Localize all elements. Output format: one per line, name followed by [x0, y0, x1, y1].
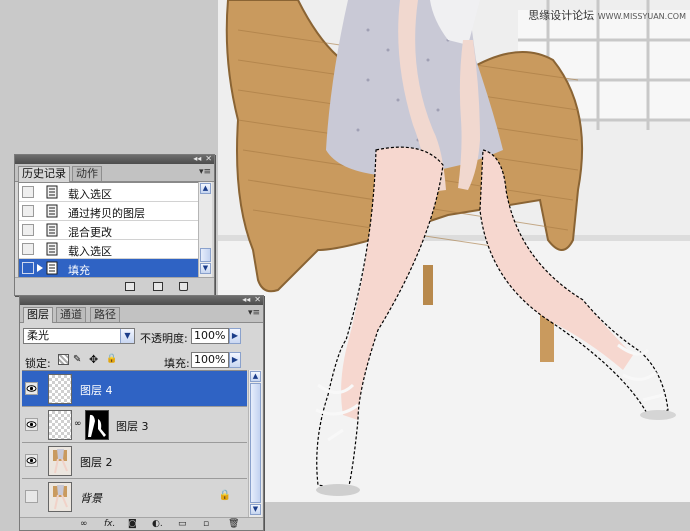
history-item[interactable]: 混合更改 [19, 221, 199, 240]
layers-scrollbar[interactable]: ▲ ▼ [248, 370, 262, 517]
layer-row[interactable]: 图层 4 [22, 371, 247, 407]
visibility-toggle[interactable] [25, 490, 38, 503]
history-scrollbar[interactable]: ▲ ▼ [198, 182, 212, 277]
new-document-icon[interactable] [125, 282, 135, 291]
history-item-label: 混合更改 [68, 226, 112, 239]
layer-name: 背景 [80, 492, 102, 505]
history-step-icon [46, 261, 58, 275]
lock-transparent-icon[interactable] [58, 354, 69, 365]
trash-icon[interactable]: 🗑 [228, 519, 239, 529]
snapshot-source-checkbox[interactable] [22, 186, 34, 198]
lock-all-icon[interactable]: 🔒 [106, 354, 117, 365]
tab-actions[interactable]: 动作 [72, 166, 102, 181]
tab-layers[interactable]: 图层 [23, 307, 53, 323]
lock-label: 锁定: [25, 357, 51, 370]
lock-position-move-icon[interactable]: ✥ [89, 354, 100, 365]
history-panel: ◂◂ ✕ 历史记录 动作 ▾≡ 载入选区 通过拷贝的图层 混合更改 载入选区 填充 ▲ ▼ [14, 154, 215, 296]
history-item-label: 通过拷贝的图层 [68, 207, 145, 220]
opacity-slider-arrow-icon[interactable]: ▶ [229, 328, 241, 344]
panel-menu-icon[interactable]: ▾≡ [199, 167, 211, 177]
layer-row[interactable]: 图层 2 [22, 443, 247, 479]
layer-style-fx-icon[interactable]: fx. [104, 519, 115, 529]
scroll-down-icon[interactable]: ▼ [200, 263, 211, 274]
history-item[interactable]: 填充 [19, 259, 199, 278]
layer-mask-thumbnail[interactable] [85, 410, 109, 440]
history-item-label: 载入选区 [68, 188, 112, 201]
layers-panel: ◂◂ ✕ 图层 通道 路径 ▾≡ 柔光 ▼ 不透明度: 100% ▶ 锁定: ✎ … [19, 295, 264, 531]
opacity-input[interactable]: 100% [191, 328, 229, 344]
visibility-toggle[interactable] [25, 382, 38, 395]
history-step-icon [46, 204, 58, 218]
blend-mode-value: 柔光 [27, 329, 49, 342]
fill-input[interactable]: 100% [191, 352, 229, 368]
layer-thumbnail [48, 410, 72, 440]
layers-bottom-bar: ∞ fx. ◙ ◐. ▭ ▫ 🗑 [20, 517, 263, 530]
adjustment-layer-icon[interactable]: ◐. [152, 519, 163, 529]
opacity-label: 不透明度: [140, 332, 188, 345]
snapshot-source-checkbox[interactable] [22, 262, 34, 274]
history-item-label: 载入选区 [68, 245, 112, 258]
history-step-icon [46, 185, 58, 199]
collapse-icon[interactable]: ◂◂ [242, 295, 250, 304]
layer-row[interactable]: ∞ 图层 3 [22, 407, 247, 443]
scroll-thumb[interactable] [250, 383, 261, 503]
history-panel-titlebar[interactable]: ◂◂ ✕ [15, 154, 214, 164]
lock-icon: 🔒 [218, 490, 231, 501]
layer-name: 图层 4 [80, 384, 113, 397]
close-icon[interactable]: ✕ [254, 295, 261, 304]
photo-image [218, 0, 690, 502]
history-item[interactable]: 载入选区 [19, 240, 199, 259]
eye-icon [26, 385, 37, 392]
new-snapshot-icon[interactable] [153, 282, 163, 291]
layer-name: 图层 2 [80, 456, 113, 469]
fill-slider-arrow-icon[interactable]: ▶ [229, 352, 241, 368]
new-layer-icon[interactable]: ▫ [203, 519, 209, 529]
layer-list: 图层 4 ∞ 图层 3 图层 2 背景 🔒 [22, 370, 247, 513]
tab-paths[interactable]: 路径 [90, 307, 120, 322]
watermark-text: 思缘设计论坛 WWW.MISSYUAN.COM [528, 9, 686, 22]
history-bottom-bar [15, 277, 214, 295]
link-layers-icon[interactable]: ∞ [80, 519, 88, 529]
trash-icon[interactable] [179, 282, 188, 291]
add-mask-icon[interactable]: ◙ [128, 519, 137, 529]
eye-icon [26, 457, 37, 464]
document-canvas[interactable]: 思缘设计论坛 WWW.MISSYUAN.COM [218, 0, 690, 502]
visibility-toggle[interactable] [25, 454, 38, 467]
history-tabs: 历史记录 动作 ▾≡ [15, 164, 214, 182]
history-item[interactable]: 通过拷贝的图层 [19, 202, 199, 221]
history-list: 载入选区 通过拷贝的图层 混合更改 载入选区 填充 [18, 182, 200, 279]
history-item-label: 填充 [68, 264, 90, 277]
history-step-icon [46, 242, 58, 256]
layers-panel-titlebar[interactable]: ◂◂ ✕ [20, 295, 263, 305]
lock-pixels-brush-icon[interactable]: ✎ [73, 354, 84, 365]
scroll-up-icon[interactable]: ▲ [200, 183, 211, 194]
history-state-arrow-icon [37, 264, 43, 272]
fill-label: 填充: [164, 357, 190, 370]
collapse-icon[interactable]: ◂◂ [193, 154, 201, 163]
layer-thumbnail [48, 482, 72, 512]
mask-link-chain-icon[interactable]: ∞ [74, 419, 82, 429]
close-icon[interactable]: ✕ [205, 154, 212, 163]
scroll-up-icon[interactable]: ▲ [250, 371, 261, 382]
panel-menu-icon[interactable]: ▾≡ [248, 308, 260, 318]
eye-icon [26, 421, 37, 428]
scroll-down-icon[interactable]: ▼ [250, 504, 261, 515]
scroll-thumb[interactable] [200, 248, 211, 262]
new-group-icon[interactable]: ▭ [178, 519, 187, 529]
layer-row[interactable]: 背景 🔒 [22, 479, 247, 513]
blend-mode-select[interactable]: 柔光 ▼ [23, 328, 135, 344]
snapshot-source-checkbox[interactable] [22, 205, 34, 217]
tab-channels[interactable]: 通道 [56, 307, 86, 322]
layer-thumbnail [48, 374, 72, 404]
tab-history[interactable]: 历史记录 [18, 166, 70, 182]
layer-name: 图层 3 [116, 420, 149, 433]
history-item[interactable]: 载入选区 [19, 183, 199, 202]
layers-tabs: 图层 通道 路径 ▾≡ [20, 305, 263, 323]
snapshot-source-checkbox[interactable] [22, 243, 34, 255]
history-step-icon [46, 223, 58, 237]
layer-thumbnail [48, 446, 72, 476]
visibility-toggle[interactable] [25, 418, 38, 431]
chevron-down-icon[interactable]: ▼ [120, 329, 134, 343]
snapshot-source-checkbox[interactable] [22, 224, 34, 236]
